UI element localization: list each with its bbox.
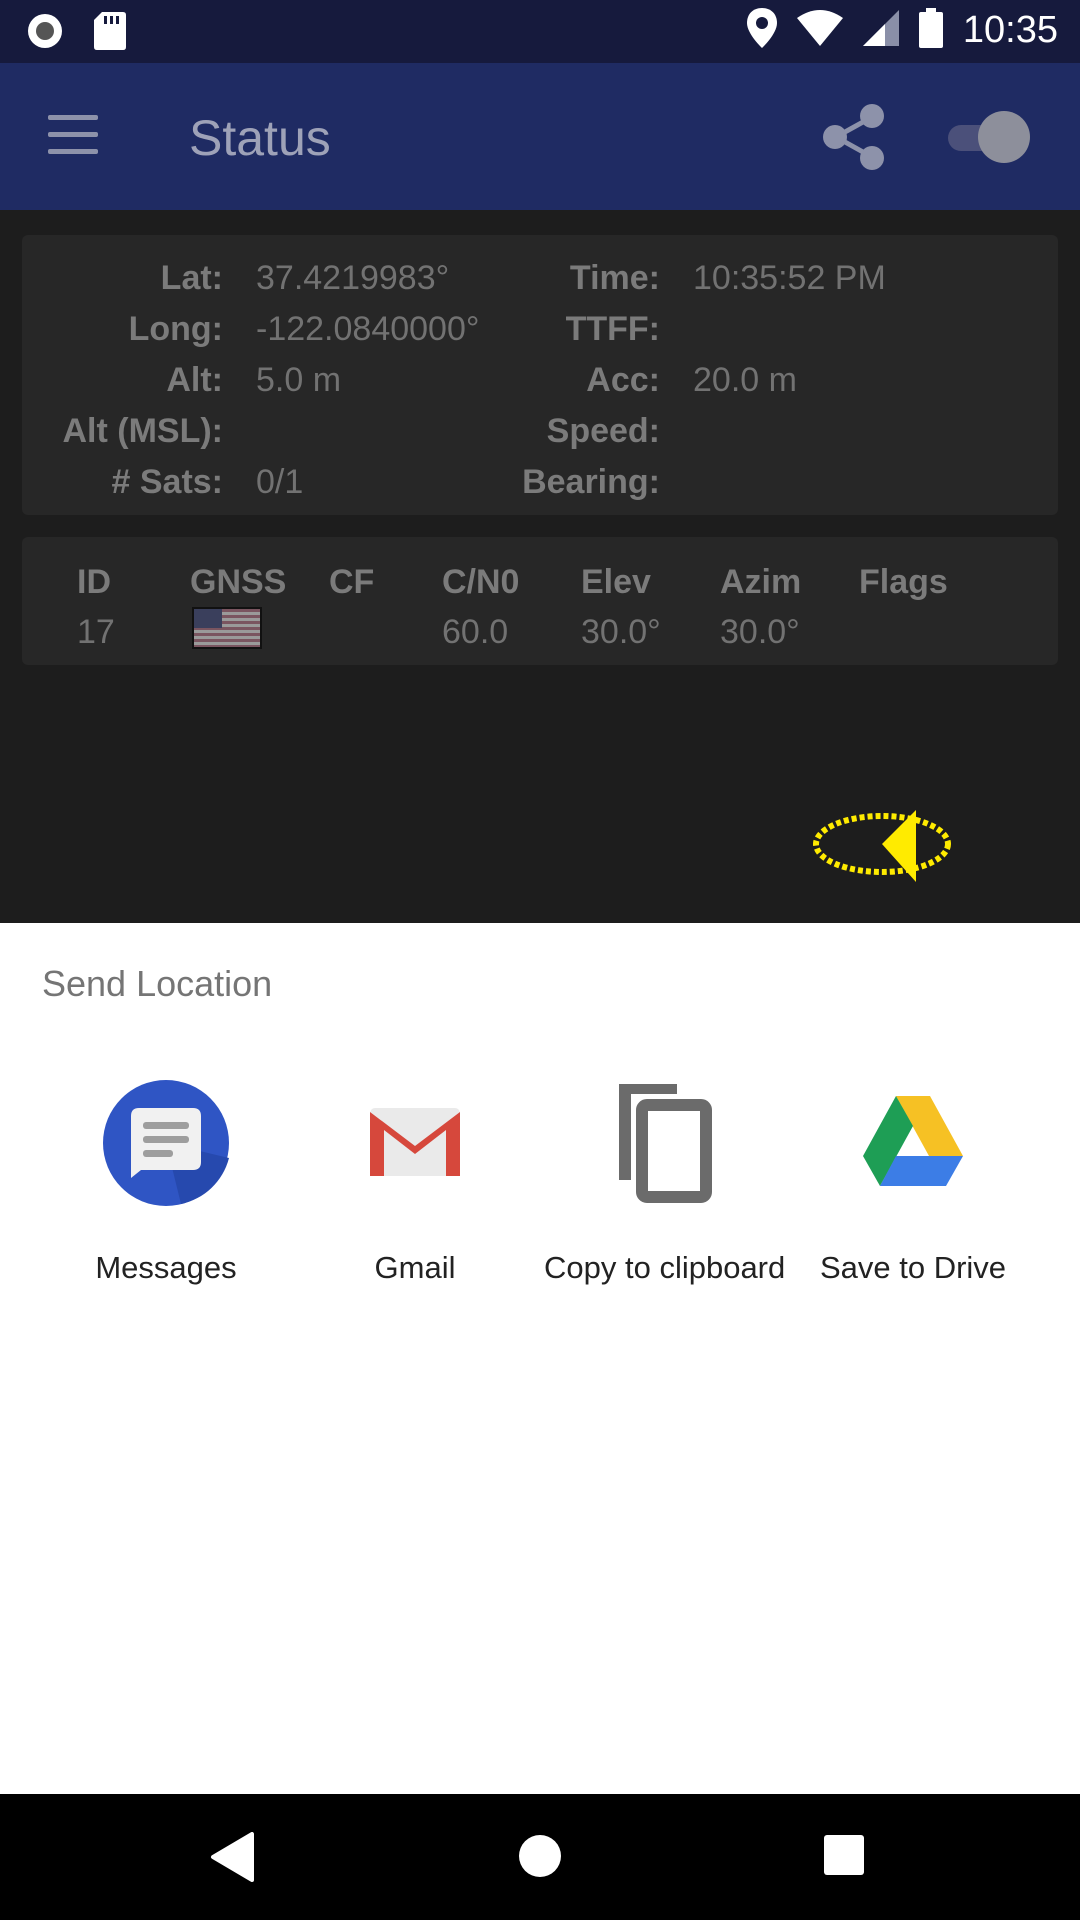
location-card: Lat: 37.4219983° Long: -122.0840000° Alt… [22, 235, 1058, 515]
time-value: 10:35:52 PM [693, 259, 886, 297]
messages-icon [101, 1078, 231, 1208]
lat-label: Lat: [160, 259, 223, 297]
status-bar: 10:35 [0, 0, 1080, 63]
acc-value: 20.0 m [693, 361, 797, 399]
speed-label: Speed: [546, 412, 660, 450]
share-sheet-title: Send Location [42, 963, 273, 1004]
recents-icon[interactable] [824, 1835, 864, 1875]
column-header: C/N0 [442, 563, 520, 601]
cell-azim: 30.0° [720, 613, 800, 651]
ttff-label: TTFF: [565, 310, 660, 348]
column-header: CF [329, 563, 375, 601]
status-content: Lat: 37.4219983° Long: -122.0840000° Alt… [0, 210, 1080, 923]
lat-value: 37.4219983° [256, 259, 450, 297]
cell-signal-icon [862, 10, 899, 51]
share-target-label: Save to Drive [819, 1250, 1007, 1285]
app-bar: Status [0, 63, 1080, 210]
acc-label: Acc: [586, 361, 660, 399]
column-header: Elev [581, 563, 651, 601]
cell-elev: 30.0° [581, 613, 661, 651]
drive-icon [848, 1078, 978, 1208]
gmail-icon [350, 1078, 480, 1208]
long-value: -122.0840000° [256, 310, 480, 348]
menu-icon[interactable] [48, 115, 98, 155]
touch-cursor-icon [810, 790, 960, 890]
alt-msl-label: Alt (MSL): [62, 412, 223, 450]
share-sheet: Send Location Messages Gmail Copy to cli… [0, 923, 1080, 1794]
long-label: Long: [128, 310, 223, 348]
page-title: Status [189, 110, 331, 166]
record-icon [26, 12, 64, 55]
wifi-icon [796, 10, 843, 51]
satellite-table: ID GNSS CF C/N0 Elev Azim Flags 17 60.0 … [22, 537, 1058, 665]
sats-label: # Sats: [111, 463, 224, 501]
column-header: Flags [859, 563, 948, 601]
share-target-label: Gmail [374, 1250, 456, 1285]
sats-value: 0/1 [256, 463, 304, 501]
navigation-bar [0, 1794, 1080, 1920]
alt-label: Alt: [166, 361, 223, 399]
share-target-gmail[interactable]: Gmail [295, 1078, 535, 1286]
cell-cn0: 60.0 [442, 613, 509, 651]
back-icon[interactable] [210, 1832, 254, 1887]
cell-id: 17 [77, 613, 115, 651]
column-header: ID [77, 563, 111, 601]
time-label: Time: [569, 259, 660, 297]
home-icon[interactable] [519, 1835, 561, 1877]
us-flag-icon [192, 607, 262, 649]
column-header: GNSS [190, 563, 287, 601]
clock: 10:35 [962, 9, 1058, 51]
alt-value: 5.0 m [256, 361, 342, 399]
share-target-label: Messages [95, 1250, 237, 1285]
share-target-clipboard[interactable]: Copy to clipboard [544, 1078, 786, 1286]
column-header: Azim [720, 563, 802, 601]
share-target-drive[interactable]: Save to Drive [793, 1078, 1033, 1286]
share-target-label: Copy to clipboard [544, 1250, 786, 1285]
toggle-switch[interactable] [946, 111, 1030, 163]
clipboard-icon [599, 1078, 729, 1208]
location-icon [746, 8, 777, 53]
sd-card-icon [94, 12, 126, 55]
share-target-messages[interactable]: Messages [46, 1078, 286, 1286]
battery-icon [918, 8, 943, 53]
share-icon[interactable] [822, 103, 886, 171]
bearing-label: Bearing: [522, 463, 660, 501]
